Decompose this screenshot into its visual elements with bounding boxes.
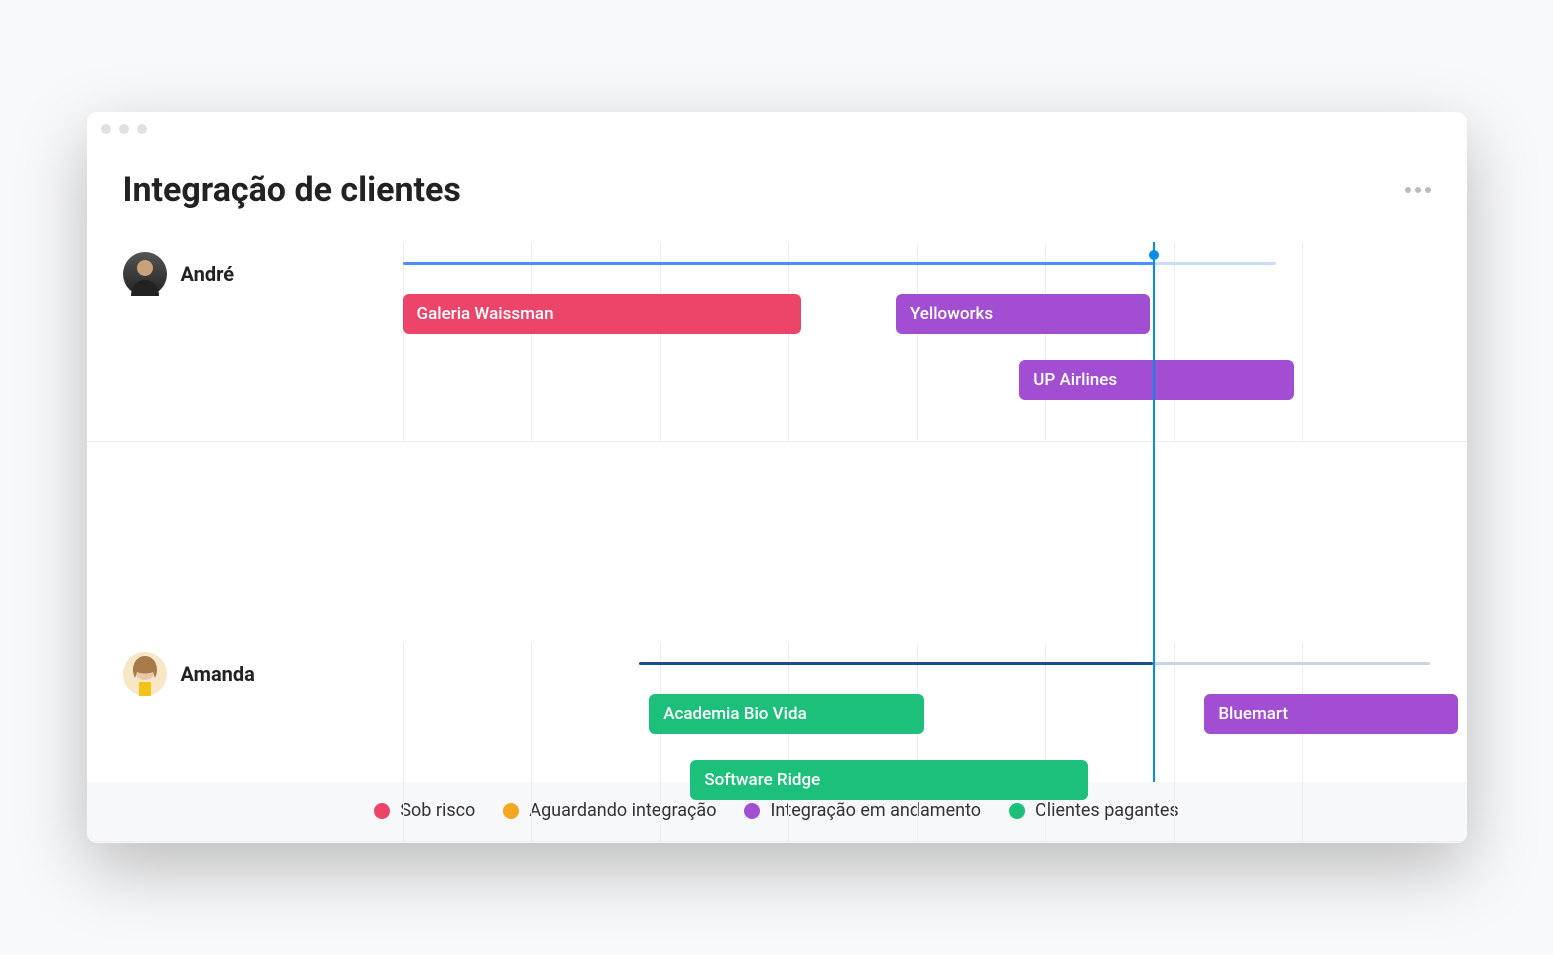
task-label: Software Ridge <box>704 770 820 790</box>
task-label: Academia Bio Vida <box>663 704 807 724</box>
allocation-track <box>639 662 1431 665</box>
window-control-maximize[interactable] <box>137 124 147 134</box>
app-window: Integração de clientes André <box>87 112 1467 843</box>
task-bar[interactable]: Software Ridge <box>690 760 1088 800</box>
more-options-button[interactable] <box>1405 187 1431 193</box>
window-control-minimize[interactable] <box>119 124 129 134</box>
window-control-close[interactable] <box>101 124 111 134</box>
task-label: Yelloworks <box>910 304 993 324</box>
row-label: Amanda <box>123 652 255 696</box>
gantt-row-andre: André Galeria Waissman <box>123 242 1431 442</box>
task-bar[interactable]: Bluemart <box>1204 694 1458 734</box>
content-area: Integração de clientes André <box>87 146 1467 843</box>
gantt-row-amanda: Amanda Academia Bio Vida <box>123 642 1431 842</box>
task-bar[interactable]: UP Airlines <box>1019 360 1294 400</box>
person-icon <box>123 252 167 296</box>
row-label: André <box>123 252 235 296</box>
header-row: Integração de clientes <box>123 170 1431 210</box>
row-grid: Academia Bio Vida Software Ridge Bluemar… <box>403 642 1431 842</box>
person-name: Amanda <box>181 662 255 686</box>
task-bar[interactable]: Academia Bio Vida <box>649 694 924 734</box>
task-label: Bluemart <box>1218 704 1288 724</box>
row-divider <box>87 841 1467 842</box>
person-name: André <box>181 262 235 286</box>
task-label: Galeria Waissman <box>417 304 554 324</box>
avatar <box>123 252 167 296</box>
task-bar[interactable]: Yelloworks <box>896 294 1150 334</box>
row-grid: Galeria Waissman Yelloworks UP Airlines <box>403 242 1431 442</box>
person-icon <box>123 652 167 696</box>
row-divider <box>87 441 1467 442</box>
allocation-track <box>403 262 1277 265</box>
avatar <box>123 652 167 696</box>
page-title: Integração de clientes <box>123 170 461 210</box>
gantt-chart: André Galeria Waissman <box>123 242 1431 782</box>
window-titlebar <box>87 112 1467 146</box>
task-label: UP Airlines <box>1033 370 1117 390</box>
task-bar[interactable]: Galeria Waissman <box>403 294 801 334</box>
